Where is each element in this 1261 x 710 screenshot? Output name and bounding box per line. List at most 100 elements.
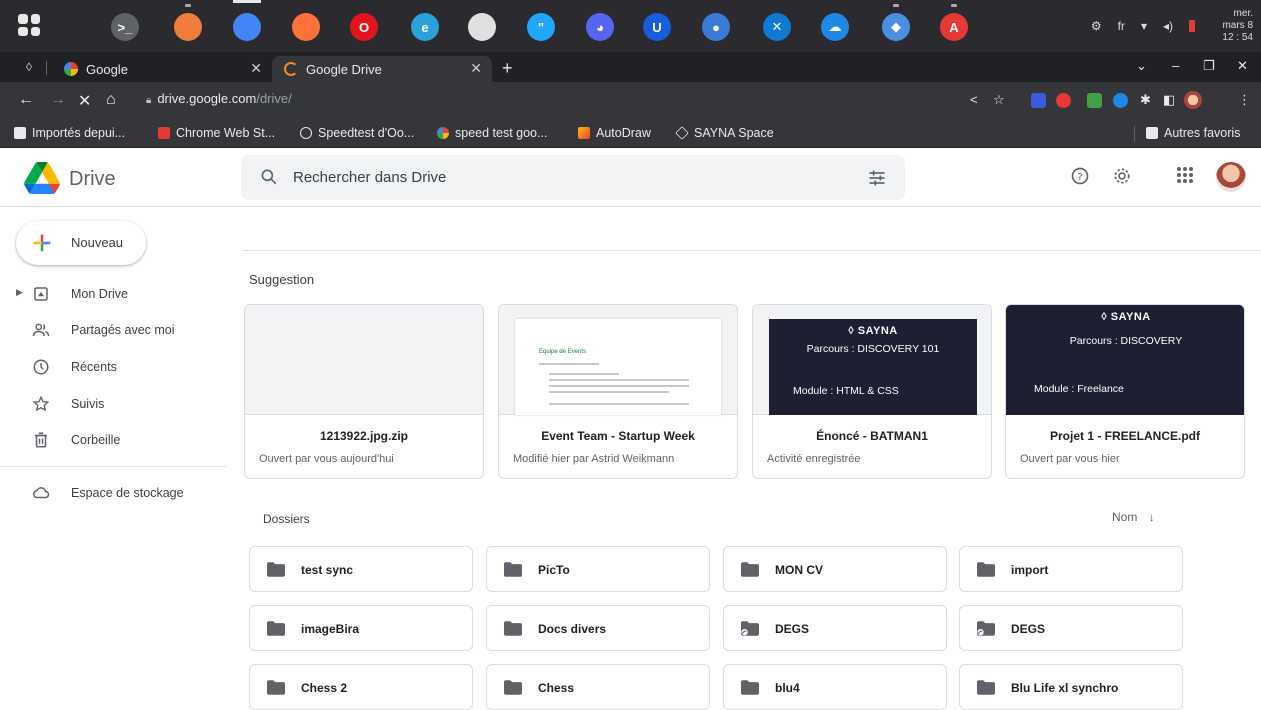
google-drive-logo-icon[interactable] <box>24 162 60 194</box>
slide-parcours: Parcours : DISCOVERY 101 <box>806 343 940 355</box>
profile-avatar[interactable] <box>1184 91 1202 109</box>
sidebar-item-label: Espace de stockage <box>71 486 184 500</box>
close-tab-icon[interactable]: ✕ <box>470 60 482 77</box>
cloud-app-icon[interactable]: ☁ <box>821 13 849 41</box>
tab-search-icon[interactable]: ◊ <box>26 60 32 74</box>
sidebar-item-shared[interactable]: Partagés avec moi <box>0 314 228 346</box>
search-bar[interactable]: Rechercher dans Drive <box>241 155 905 200</box>
folder-item[interactable]: Blu Life xl synchro <box>959 664 1183 710</box>
folder-item[interactable]: MON CV <box>723 546 947 592</box>
tab-google-drive[interactable]: Google Drive ✕ <box>272 56 492 82</box>
document-preview-heading: Equipe de Events <box>539 349 587 355</box>
tab-title: Google <box>86 61 128 77</box>
folder-item[interactable]: imageBira <box>249 605 473 651</box>
forward-button[interactable]: → <box>50 91 66 109</box>
bookmark-sayna-space[interactable]: SAYNA Space <box>675 126 774 140</box>
firefox-app-icon[interactable] <box>292 13 320 41</box>
suggested-file-card[interactable]: 1213922.jpg.zip Ouvert par vous aujourd'… <box>244 304 484 479</box>
suggested-file-card[interactable]: ◊ SAYNA Parcours : DISCOVERY 101 Module … <box>752 304 992 479</box>
minimize-button[interactable]: – <box>1172 58 1179 73</box>
settings-icon[interactable] <box>1112 166 1132 186</box>
sort-arrow-down-icon[interactable]: ↓ <box>1149 510 1155 524</box>
system-tray[interactable]: ⚙ fr ▾ ◂) mer. mars 8 12 : 54 <box>1083 0 1261 52</box>
sidebar-item-storage[interactable]: Espace de stockage <box>0 477 228 509</box>
camera-app-icon[interactable] <box>468 13 496 41</box>
opera-app-icon[interactable]: O <box>350 13 378 41</box>
folder-item[interactable]: Docs divers <box>486 605 710 651</box>
pdf-app-icon[interactable]: A <box>940 4 968 41</box>
expand-caret-icon[interactable]: ▶ <box>16 287 23 298</box>
bookmark-autodraw[interactable]: AutoDraw <box>578 126 651 140</box>
new-button[interactable]: Nouveau <box>16 221 146 265</box>
bookmark-star-icon[interactable]: ☆ <box>993 92 1005 108</box>
chrome-app-icon[interactable] <box>233 0 261 41</box>
extensions-puzzle-icon[interactable]: ✱ <box>1140 92 1151 108</box>
clock-day: mer. <box>1233 8 1253 19</box>
search-icon[interactable] <box>259 167 279 187</box>
account-avatar[interactable] <box>1216 162 1246 192</box>
suggested-file-card[interactable]: Equipe de Events Event Team - Startup We… <box>498 304 738 479</box>
restore-button[interactable]: ❐ <box>1203 58 1215 74</box>
bookmark-imported[interactable]: Importés depui... <box>14 126 125 140</box>
adblock-extension-icon[interactable] <box>1056 93 1071 108</box>
folder-name: blu4 <box>775 681 800 695</box>
folder-item[interactable]: DEGS <box>723 605 947 651</box>
close-window-button[interactable]: ✕ <box>1237 58 1248 74</box>
stop-loading-button[interactable]: ✕ <box>78 91 91 111</box>
extension-icon[interactable] <box>1031 93 1046 108</box>
toggle-app-icon[interactable]: ● <box>702 13 730 41</box>
folder-item[interactable]: PicTo <box>486 546 710 592</box>
bookmark-speedtest[interactable]: Speedtest d'Oo... <box>300 126 414 140</box>
app-title[interactable]: Drive <box>69 168 116 191</box>
ubuntu-app-icon[interactable] <box>174 4 202 41</box>
settings-tray-icon[interactable]: ⚙ <box>1091 19 1102 33</box>
loading-favicon-icon <box>284 62 298 76</box>
folder-item[interactable]: Chess 2 <box>249 664 473 710</box>
help-icon[interactable]: ? <box>1070 166 1090 186</box>
more-menu-icon[interactable]: ⋮ <box>1238 92 1251 108</box>
system-clock[interactable]: mer. mars 8 12 : 54 <box>1209 8 1253 44</box>
terminal-app-icon[interactable]: >_ <box>111 13 139 41</box>
files-app-icon[interactable]: ◆ <box>882 4 910 41</box>
google-apps-icon[interactable] <box>1176 166 1194 184</box>
folder-item[interactable]: blu4 <box>723 664 947 710</box>
folder-icon <box>977 680 995 695</box>
bitwarden-app-icon[interactable]: U <box>643 13 671 41</box>
app-launcher-icon[interactable] <box>18 14 40 36</box>
folder-item[interactable]: import <box>959 546 1183 592</box>
bookmark-other-favorites[interactable]: Autres favoris <box>1146 126 1240 140</box>
discord-app-icon[interactable]: ◕ <box>586 13 614 41</box>
back-button[interactable]: ← <box>18 91 34 109</box>
bookmark-speed-test-google[interactable]: speed test goo... <box>437 126 547 140</box>
sidebar-item-my-drive[interactable]: ▶ Mon Drive <box>0 278 228 310</box>
vscode-app-icon[interactable]: ✕ <box>763 13 791 41</box>
suggested-file-card[interactable]: ◊ SAYNA Parcours : DISCOVERY Module : Fr… <box>1005 304 1245 479</box>
sort-by-name-button[interactable]: Nom ↓ <box>1112 510 1155 524</box>
language-indicator[interactable]: fr <box>1118 19 1125 33</box>
home-button[interactable]: ⌂ <box>106 91 116 109</box>
new-tab-button[interactable]: + <box>502 58 513 79</box>
share-icon[interactable]: < <box>970 92 978 107</box>
address-bar[interactable]: 🔒︎ drive.google.com/drive/ <box>146 91 292 106</box>
bookmarks-bar: Importés depui... Chrome Web St... Speed… <box>0 120 1261 148</box>
folder-item[interactable]: DEGS <box>959 605 1183 651</box>
close-tab-icon[interactable]: ✕ <box>250 60 262 77</box>
tab-google[interactable]: Google ✕ <box>52 56 272 82</box>
search-options-icon[interactable] <box>867 168 887 188</box>
edge-app-icon[interactable]: e <box>411 13 439 41</box>
folder-item[interactable]: Chess <box>486 664 710 710</box>
side-panel-icon[interactable]: ◧ <box>1163 92 1175 108</box>
wifi-icon[interactable]: ▾ <box>1141 19 1147 33</box>
speedtest-icon <box>300 127 312 139</box>
sidebar-item-starred[interactable]: Suivis <box>0 388 228 420</box>
sidebar-item-recent[interactable]: Récents <box>0 351 228 383</box>
search-input[interactable]: Rechercher dans Drive <box>293 169 446 186</box>
chat-app-icon[interactable]: " <box>527 13 555 41</box>
tab-list-chevron-icon[interactable]: ⌄ <box>1136 58 1147 74</box>
extension-icon[interactable] <box>1113 93 1128 108</box>
extension-icon[interactable] <box>1087 93 1102 108</box>
folder-item[interactable]: test sync <box>249 546 473 592</box>
bookmark-chrome-web-store[interactable]: Chrome Web St... <box>158 126 275 140</box>
volume-icon[interactable]: ◂) <box>1163 19 1173 33</box>
sidebar-item-trash[interactable]: Corbeille <box>0 424 228 456</box>
